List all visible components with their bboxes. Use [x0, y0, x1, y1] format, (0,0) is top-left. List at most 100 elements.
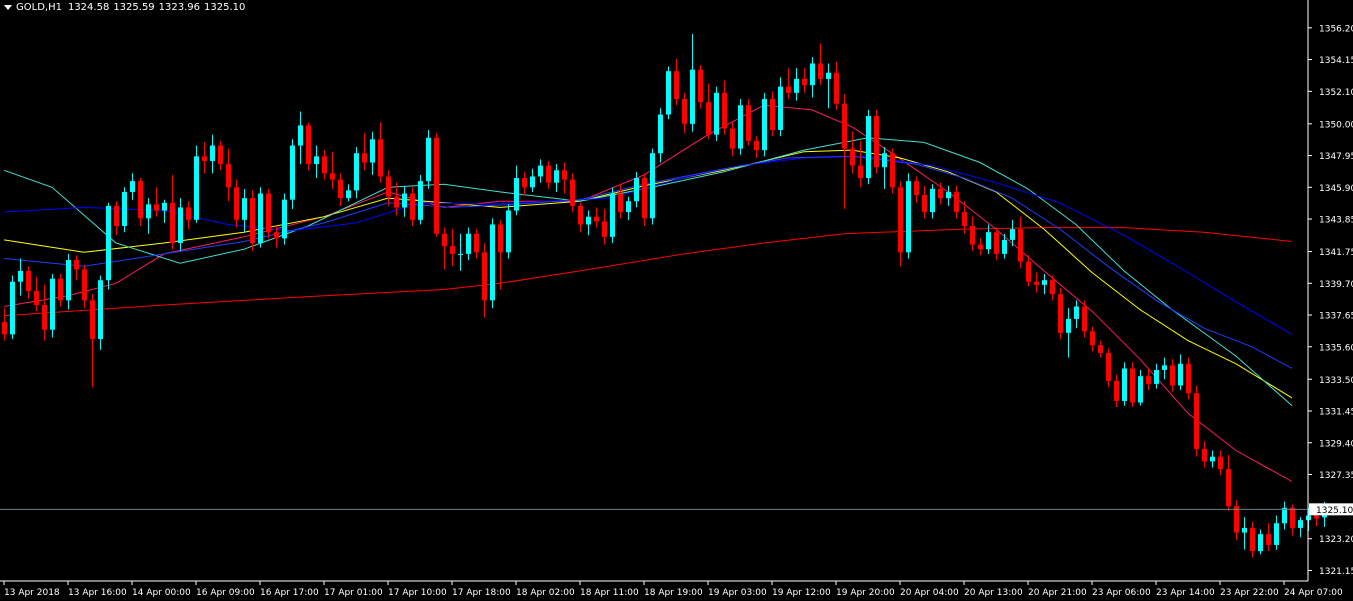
- candle: [82, 264, 87, 309]
- candle-body: [698, 69, 703, 103]
- x-tick-label: 17 Apr 10:00: [388, 588, 447, 598]
- candle-body: [298, 125, 303, 146]
- candle-body: [26, 270, 31, 292]
- y-tick-label: 1343.85: [1319, 216, 1353, 226]
- x-tick-label: 17 Apr 18:00: [452, 588, 511, 598]
- candle-body: [962, 212, 967, 227]
- candle-body: [994, 232, 999, 254]
- candle-body: [1154, 369, 1159, 384]
- candle-body: [386, 176, 391, 197]
- candle-body: [186, 207, 191, 220]
- dropdown-triangle-icon[interactable]: [4, 4, 12, 10]
- candle-body: [730, 128, 735, 149]
- candle-body: [1234, 506, 1239, 533]
- candle-body: [162, 202, 167, 211]
- candle-body: [1274, 523, 1279, 545]
- y-tick-label: 1356.20: [1319, 24, 1353, 34]
- candle: [354, 147, 359, 199]
- candle: [810, 57, 815, 98]
- x-tick-label: 20 Apr 21:00: [1028, 588, 1087, 598]
- candle-body: [930, 188, 935, 213]
- candle-body: [90, 300, 95, 340]
- candle: [658, 108, 663, 163]
- candle: [722, 80, 727, 135]
- candle-body: [250, 198, 255, 244]
- candle: [458, 233, 463, 271]
- candle-body: [842, 103, 847, 149]
- candle: [1282, 501, 1287, 530]
- candle: [1258, 529, 1263, 555]
- moving-average-line-1: [3, 227, 1293, 317]
- x-tick-label: 13 Apr 2018: [4, 588, 60, 598]
- candle: [994, 227, 999, 261]
- candle: [522, 171, 527, 196]
- candle: [306, 122, 311, 171]
- candle-body: [778, 86, 783, 131]
- x-tick-label: 23 Apr 14:00: [1156, 588, 1215, 598]
- candle-body: [626, 201, 631, 213]
- candle-body: [34, 291, 39, 305]
- candle: [322, 150, 327, 180]
- candle: [818, 43, 823, 86]
- candle: [578, 202, 583, 233]
- current-price-label: 1325.10: [1316, 506, 1353, 516]
- candle: [754, 136, 759, 158]
- candle: [594, 207, 599, 228]
- candle: [186, 201, 191, 230]
- candle-body: [1202, 448, 1207, 462]
- candle-body: [258, 193, 263, 244]
- candle: [290, 139, 295, 209]
- candle: [1202, 441, 1207, 468]
- y-tick-label: 1331.45: [1319, 408, 1353, 418]
- candle: [434, 133, 439, 237]
- candle-body: [450, 246, 455, 254]
- candle-body: [538, 165, 543, 177]
- x-tick-label: 20 Apr 04:00: [900, 588, 959, 598]
- candle-body: [466, 233, 471, 254]
- candle: [506, 204, 511, 259]
- candle: [362, 133, 367, 171]
- candle-body: [378, 139, 383, 177]
- x-tick-label: 18 Apr 11:00: [580, 588, 639, 598]
- y-tick-label: 1350.00: [1319, 120, 1353, 130]
- candle: [1066, 308, 1071, 358]
- candle-body: [858, 165, 863, 179]
- candle-body: [10, 281, 15, 335]
- candle: [514, 165, 519, 216]
- candle: [786, 68, 791, 100]
- candle-body: [722, 92, 727, 129]
- x-tick-label: 23 Apr 22:00: [1220, 588, 1279, 598]
- candle: [1018, 216, 1023, 268]
- candle-body: [1042, 280, 1047, 285]
- candle-body: [802, 78, 807, 86]
- x-tick-label: 17 Apr 01:00: [324, 588, 383, 598]
- candle-body: [58, 278, 63, 301]
- candle: [282, 193, 287, 245]
- candle: [1178, 354, 1183, 391]
- candle-body: [362, 153, 367, 163]
- candle: [418, 174, 423, 225]
- candle: [882, 147, 887, 189]
- chart-window[interactable]: 1356.20 1354.15 1352.10 1350.00 1347.95 1345.…: [0, 0, 1353, 601]
- candle-body: [706, 102, 711, 135]
- candle-body: [434, 137, 439, 234]
- candle-body: [602, 221, 607, 237]
- candle: [890, 148, 895, 194]
- candle-body: [1186, 363, 1191, 394]
- candle: [178, 198, 183, 251]
- candle: [250, 190, 255, 251]
- price-chart[interactable]: 1356.20 1354.15 1352.10 1350.00 1347.95 1345.…: [0, 0, 1353, 601]
- candle-body: [898, 187, 903, 253]
- candle-body: [1026, 261, 1031, 282]
- candle: [698, 64, 703, 109]
- candle: [194, 145, 199, 223]
- y-tick-label: 1329.40: [1319, 439, 1353, 449]
- candle: [978, 238, 983, 256]
- y-tick-label: 1345.90: [1319, 184, 1353, 194]
- candle: [1234, 500, 1239, 541]
- candle: [386, 170, 391, 206]
- y-tick-label: 1321.15: [1319, 567, 1353, 577]
- candle: [1250, 521, 1255, 558]
- candle-body: [1074, 306, 1079, 319]
- candle-body: [1122, 368, 1127, 401]
